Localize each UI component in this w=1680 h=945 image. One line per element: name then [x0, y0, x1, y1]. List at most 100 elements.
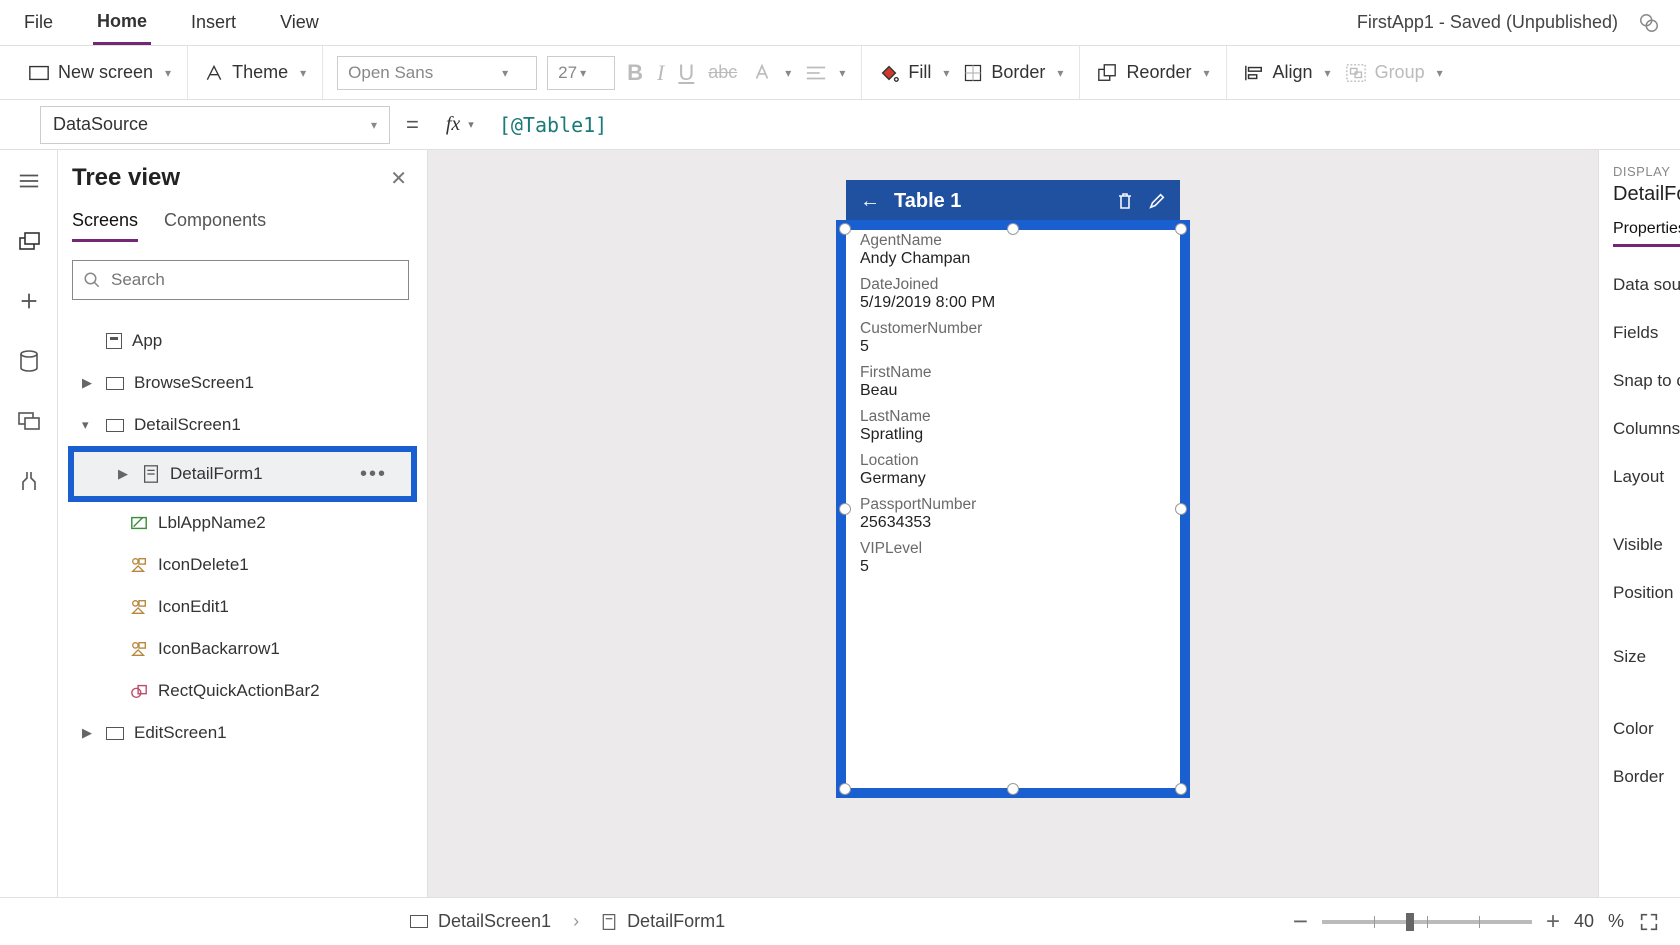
data-card[interactable]: LocationGermany — [860, 452, 1166, 488]
data-card[interactable]: DateJoined5/19/2019 8:00 PM — [860, 276, 1166, 312]
theme-button[interactable]: Theme ▾ — [202, 58, 308, 87]
expand-icon[interactable]: ▶ — [82, 725, 96, 741]
reorder-button[interactable]: Reorder ▾ — [1094, 58, 1211, 87]
back-icon[interactable]: ← — [860, 190, 880, 213]
data-card[interactable]: PassportNumber25634353 — [860, 496, 1166, 532]
chevron-down-icon: ▾ — [1437, 66, 1443, 80]
search-field[interactable] — [111, 270, 398, 290]
insert-icon[interactable] — [16, 288, 42, 314]
menu-home[interactable]: Home — [93, 1, 151, 45]
field-value: 5 — [860, 558, 1166, 576]
zoom-in-button[interactable]: + — [1546, 908, 1560, 936]
expand-icon[interactable]: ▶ — [82, 375, 96, 391]
app-checker-icon[interactable] — [1638, 12, 1660, 34]
border-button[interactable]: Border ▾ — [961, 58, 1065, 87]
fx-button[interactable]: fx ▾ — [435, 108, 485, 141]
tree-item-edit-screen[interactable]: ▶ EditScreen1 — [72, 712, 427, 754]
trash-icon[interactable] — [1116, 191, 1134, 211]
prop-color[interactable]: Color — [1613, 719, 1680, 739]
tree-view-panel: Tree view ✕ Screens Components App ▶ Bro… — [58, 150, 428, 897]
tab-components[interactable]: Components — [164, 210, 266, 242]
tree-label: DetailForm1 — [170, 464, 263, 484]
text-align-button[interactable]: ▾ — [803, 60, 847, 86]
tree-view-icon[interactable] — [16, 228, 42, 254]
data-card[interactable]: CustomerNumber5 — [860, 320, 1166, 356]
property-selector[interactable]: DataSource ▾ — [40, 106, 390, 144]
collapse-icon[interactable]: ▾ — [82, 417, 96, 433]
font-family-select[interactable]: Open Sans ▾ — [337, 56, 537, 90]
data-card[interactable]: AgentNameAndy Champan — [860, 232, 1166, 268]
expand-icon[interactable]: ▶ — [118, 466, 132, 482]
italic-button[interactable]: I — [655, 56, 666, 90]
new-screen-button[interactable]: New screen ▾ — [26, 58, 173, 87]
breadcrumb-detail-screen[interactable]: DetailScreen1 — [410, 911, 551, 932]
tree-item-icon-backarrow[interactable]: IconBackarrow1 — [72, 628, 427, 670]
icon-control-icon — [130, 598, 148, 616]
zoom-slider[interactable] — [1322, 920, 1532, 924]
underline-button[interactable]: U — [676, 56, 696, 90]
menu-view[interactable]: View — [276, 2, 323, 43]
data-card[interactable]: LastNameSpratling — [860, 408, 1166, 444]
prop-border[interactable]: Border — [1613, 767, 1680, 787]
tree-item-rect-quick[interactable]: RectQuickActionBar2 — [72, 670, 427, 712]
ribbon-toolbar: New screen ▾ Theme ▾ Open Sans ▾ 27 ▾ B … — [0, 46, 1680, 100]
font-size-select[interactable]: 27 ▾ — [547, 56, 615, 90]
prop-position[interactable]: Position — [1613, 583, 1680, 603]
detail-form-body[interactable]: AgentNameAndy Champan DateJoined5/19/201… — [846, 222, 1180, 594]
strikethrough-button[interactable]: abc — [706, 58, 739, 87]
menu-insert[interactable]: Insert — [187, 2, 240, 43]
tab-properties[interactable]: Properties — [1613, 220, 1680, 247]
align-button[interactable]: Align ▾ — [1241, 58, 1333, 87]
canvas[interactable]: ← Table 1 AgentNameAndy Champan DateJoin… — [428, 150, 1598, 897]
prop-visible[interactable]: Visible — [1613, 535, 1680, 555]
more-options-icon[interactable]: ••• — [360, 463, 387, 486]
prop-columns[interactable]: Columns — [1613, 419, 1680, 439]
zoom-thumb[interactable] — [1406, 913, 1414, 931]
chevron-down-icon: ▾ — [1057, 66, 1063, 80]
menu-file[interactable]: File — [20, 2, 57, 43]
tree-item-detail-screen[interactable]: ▾ DetailScreen1 — [72, 404, 427, 446]
tree-item-browse-screen[interactable]: ▶ BrowseScreen1 — [72, 362, 427, 404]
resize-handle[interactable] — [1175, 783, 1187, 795]
advanced-tools-icon[interactable] — [16, 468, 42, 494]
tree-item-detail-form[interactable]: ▶ DetailForm1 ••• — [68, 446, 417, 502]
bold-button[interactable]: B — [625, 56, 645, 90]
chevron-down-icon: ▾ — [580, 66, 586, 80]
tree-item-icon-delete[interactable]: IconDelete1 — [72, 544, 427, 586]
prop-size[interactable]: Size — [1613, 647, 1680, 667]
screen-icon — [410, 915, 428, 928]
fit-to-window-icon[interactable] — [1638, 911, 1660, 933]
group-button[interactable]: Group ▾ — [1343, 58, 1445, 87]
tree-item-app[interactable]: App — [72, 320, 427, 362]
tree-label: EditScreen1 — [134, 723, 227, 743]
data-card[interactable]: FirstNameBeau — [860, 364, 1166, 400]
resize-handle[interactable] — [839, 783, 851, 795]
group-label: Group — [1375, 62, 1425, 83]
field-value: 25634353 — [860, 514, 1166, 532]
breadcrumb-detail-form[interactable]: DetailForm1 — [601, 911, 725, 932]
data-icon[interactable] — [16, 348, 42, 374]
tab-screens[interactable]: Screens — [72, 210, 138, 242]
chevron-down-icon: ▾ — [1325, 66, 1331, 80]
hamburger-icon[interactable] — [16, 168, 42, 194]
prop-snap-to-columns[interactable]: Snap to col — [1613, 371, 1680, 391]
data-card[interactable]: VIPLevel5 — [860, 540, 1166, 576]
prop-layout[interactable]: Layout — [1613, 467, 1680, 487]
edit-icon[interactable] — [1148, 192, 1166, 210]
prop-data-source[interactable]: Data source — [1613, 275, 1680, 295]
formula-bar: DataSource ▾ = fx ▾ [@Table1] — [0, 100, 1680, 150]
screen-icon — [106, 419, 124, 432]
tree-item-lbl-app-name[interactable]: LblAppName2 — [72, 502, 427, 544]
media-icon[interactable] — [16, 408, 42, 434]
font-color-button[interactable]: ▾ — [749, 58, 793, 88]
tree-item-icon-edit[interactable]: IconEdit1 — [72, 586, 427, 628]
formula-input[interactable]: [@Table1] — [499, 113, 607, 137]
search-input[interactable] — [72, 260, 409, 300]
fill-button[interactable]: Fill ▾ — [876, 58, 951, 88]
resize-handle[interactable] — [1007, 783, 1019, 795]
prop-fields[interactable]: Fields — [1613, 323, 1680, 343]
breadcrumb-label: DetailForm1 — [627, 911, 725, 932]
phone-preview[interactable]: ← Table 1 AgentNameAndy Champan DateJoin… — [846, 180, 1180, 788]
zoom-out-button[interactable]: − — [1293, 906, 1308, 937]
close-icon[interactable]: ✕ — [390, 166, 407, 191]
